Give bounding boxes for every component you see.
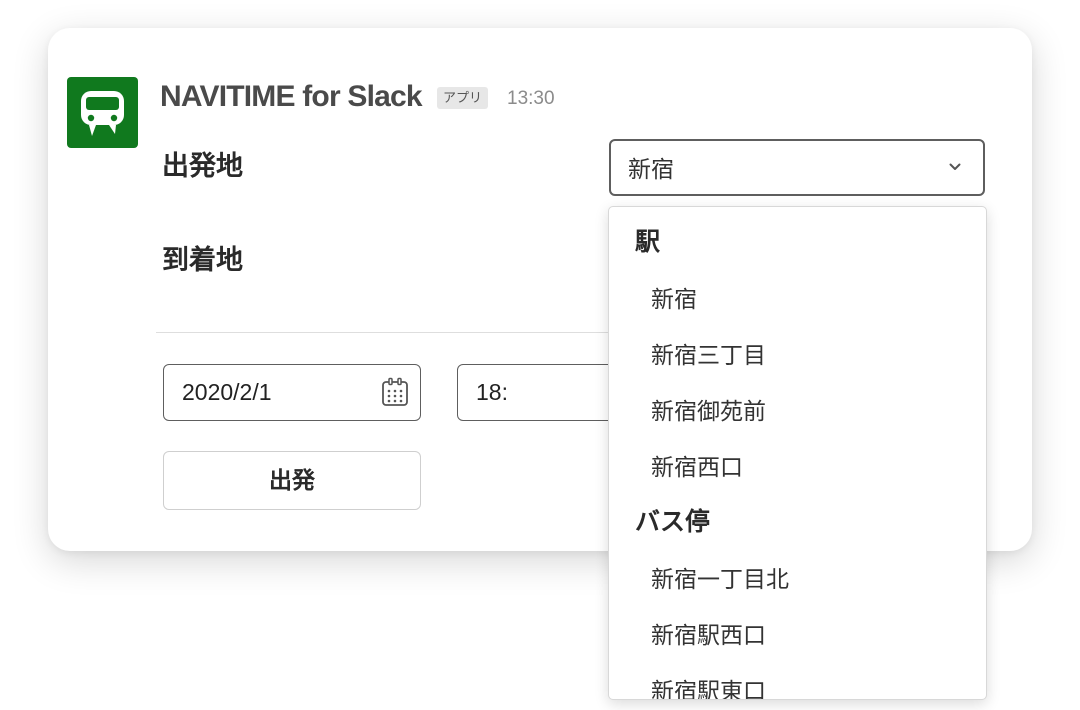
dropdown-option[interactable]: 新宿駅東口 (651, 676, 766, 699)
app-avatar[interactable] (67, 77, 138, 148)
app-badge: アプリ (437, 87, 489, 109)
departure-dropdown-menu[interactable]: 駅 新宿 新宿三丁目 新宿御苑前 新宿西口 バス停 新宿一丁目北 新宿駅西口 新… (608, 206, 987, 700)
depart-button[interactable]: 出発 (163, 451, 421, 510)
date-value: 2020/2/1 (182, 379, 272, 405)
departure-select-value: 新宿 (628, 156, 674, 182)
train-icon (81, 91, 124, 136)
dropdown-option[interactable]: 新宿 (651, 284, 697, 314)
dropdown-group-header-station: 駅 (635, 228, 661, 256)
arrival-label: 到着地 (162, 245, 243, 275)
divider (156, 332, 611, 333)
time-value: 18: (476, 379, 508, 405)
chevron-down-icon (949, 163, 961, 170)
time-picker[interactable]: 18: (457, 364, 617, 421)
message-timestamp[interactable]: 13:30 (507, 86, 555, 112)
dropdown-option[interactable]: 新宿西口 (651, 452, 743, 482)
date-picker[interactable]: 2020/2/1 (163, 364, 421, 421)
dropdown-option[interactable]: 新宿三丁目 (651, 340, 766, 370)
departure-label: 出発地 (162, 151, 243, 181)
dropdown-option[interactable]: 新宿一丁目北 (651, 564, 789, 594)
dropdown-group-header-bus-stop: バス停 (635, 508, 711, 536)
dropdown-option[interactable]: 新宿駅西口 (651, 620, 766, 650)
departure-select[interactable]: 新宿 (609, 139, 985, 196)
calendar-icon (382, 377, 408, 406)
dropdown-option[interactable]: 新宿御苑前 (651, 396, 766, 426)
app-name[interactable]: NAVITIME for Slack (160, 78, 423, 116)
